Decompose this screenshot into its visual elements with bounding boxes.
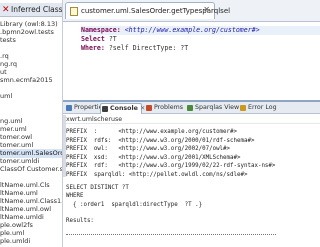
problems-icon [146,105,152,111]
tab-sparqlas-view[interactable]: Sparqlas View [186,103,239,114]
tab-console[interactable]: Console ✕ [100,103,145,114]
close-icon[interactable]: ✕ [203,5,210,15]
console-line: PREFIX rdfs: <http://www.w3.org/2000/01/… [66,137,255,144]
editor-area: customer.uml.SalesOrder.getTypesparqlsel… [63,0,320,100]
tab-problems[interactable]: Problems [145,103,183,114]
console-title: xwrt.umlscheruse [63,115,320,124]
console-line: PREFIX sparqldl: <http://pellet.owldl.co… [66,171,248,178]
close-icon[interactable]: ✕ [2,4,10,16]
views-panel: Properties Console ✕ Problems Sparqlas Vi… [63,100,320,247]
tab-error-log[interactable]: Error Log [239,103,279,114]
sparqlas-icon [187,105,193,111]
error-log-icon [240,105,246,111]
file-icon [70,7,78,16]
console-line: PREFIX rdf: <http://www.w3.org/1999/02/2… [66,163,276,170]
query-editor[interactable]: Namespace: <http://www.example.org/custo… [63,23,320,100]
code-line-namespace: Namespace: <http://www.example.org/custo… [81,26,320,35]
editor-tab-bar: customer.uml.SalesOrder.getTypesparqlsel… [63,0,320,22]
console-line: SELECT DISTINCT ?T [66,184,129,191]
project-navigator: ✕ Inferred Class Library (owl:8.13) .bpmn… [0,0,63,247]
tab-properties[interactable]: Properties [65,103,106,114]
navigator-tab-label: Inferred Class [11,5,63,14]
navigator-item[interactable]: ple.umldi [0,237,62,246]
console-line: PREFIX owl: <http://www.w3.org/2002/07/o… [66,146,231,153]
code-line-select: Select ?T [81,35,117,43]
console-output: PREFIX : <http://www.example.org/custome… [63,128,320,247]
editor-tab[interactable]: customer.uml.SalesOrder.getTypesparqlsel… [65,2,230,19]
properties-icon [66,105,72,111]
console-line: WHERE [66,193,84,200]
console-icon [102,106,108,112]
view-tab-bar: Properties Console ✕ Problems Sparqlas Vi… [63,102,320,114]
console-line: { :order1 sparqldl:directType ?T .} [66,201,203,208]
code-line-where: Where: ?self DirectType: ?T [81,44,189,52]
console-line: PREFIX : <http://www.example.org/custome… [66,129,238,135]
navigator-tab[interactable]: ✕ Inferred Class [0,3,63,17]
console-line: Results: [66,218,94,225]
console-line: PREFIX xsd: <http://www.w3.org/2001/XMLS… [66,154,241,161]
results-divider [66,233,276,238]
